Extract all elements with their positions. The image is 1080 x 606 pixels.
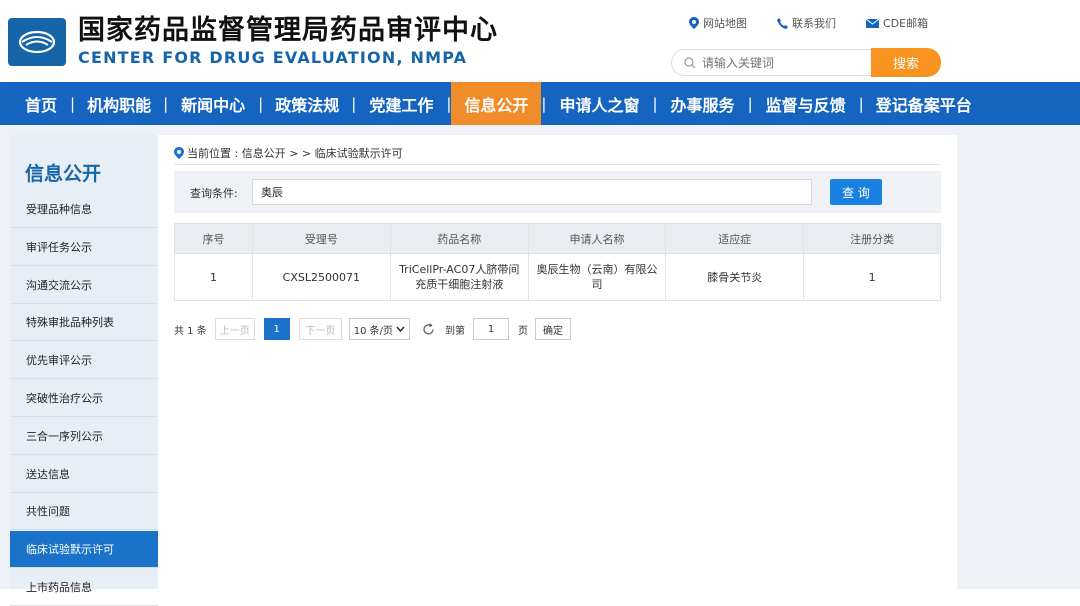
page-size-value: 10 条/页 xyxy=(353,325,394,337)
logo-emblem-icon xyxy=(18,30,56,54)
sitemap-link[interactable]: 网站地图 xyxy=(689,15,747,31)
query-input[interactable]: 奥辰 xyxy=(252,179,812,205)
site-header: 国家药品监督管理局药品审评中心 CENTER FOR DRUG EVALUATI… xyxy=(0,0,1080,82)
phone-icon xyxy=(777,17,788,29)
next-page-button[interactable]: 下一页 xyxy=(298,318,342,340)
nav-item-5[interactable]: 信息公开 xyxy=(451,82,542,125)
nav-item-4[interactable]: 党建工作 xyxy=(356,82,446,125)
nav-item-1[interactable]: 机构职能 xyxy=(75,82,163,125)
page-size-select[interactable]: 10 条/页 xyxy=(348,318,411,340)
table-cell: 奥辰生物（云南）有限公司 xyxy=(527,253,667,301)
page-unit-label: 页 xyxy=(518,325,529,337)
search-icon xyxy=(684,56,696,68)
sidebar-item-4[interactable]: 优先审评公示 xyxy=(10,342,158,380)
nav-item-9[interactable]: 登记备案平台 xyxy=(864,82,984,125)
location-pin-icon xyxy=(689,17,699,29)
sidebar-item-2[interactable]: 沟通交流公示 xyxy=(10,267,158,304)
table-cell: 1 xyxy=(803,253,941,301)
sitemap-link-label: 网站地图 xyxy=(703,17,747,30)
current-page-button[interactable]: 1 xyxy=(263,318,290,340)
table-header-cell: 适应症 xyxy=(665,223,805,254)
table-header-row: 序号 受理号 药品名称 申请人名称 适应症 注册分类 xyxy=(174,223,941,254)
sidebar: 信息公开 受理品种信息 审评任务公示 沟通交流公示 特殊审批品种列表 优先审评公示 突破性… xyxy=(10,135,158,606)
goto-page-input[interactable]: 1 xyxy=(473,318,510,340)
sidebar-item-10[interactable]: 上市药品信息 xyxy=(10,569,158,606)
goto-confirm-button[interactable]: 确定 xyxy=(535,318,572,340)
mail-icon xyxy=(866,18,879,28)
table-cell: 膝骨关节炎 xyxy=(665,253,805,301)
breadcrumb: 当前位置 : 信息公开 > > 临床试验默示许可 xyxy=(174,145,403,161)
site-search-box xyxy=(671,49,881,76)
table-header-cell: 受理号 xyxy=(251,223,391,254)
nav-item-2[interactable]: 新闻中心 xyxy=(168,82,258,125)
nav-item-7[interactable]: 办事服务 xyxy=(658,82,748,125)
goto-label: 到第 xyxy=(445,325,466,337)
nav-item-0[interactable]: 首页 xyxy=(0,82,70,125)
top-links: 网站地图 联系我们 CDE邮箱 xyxy=(689,15,958,31)
sidebar-title: 信息公开 xyxy=(25,163,102,185)
table-cell: TriCellPr-AC07人脐带间充质干细胞注射液 xyxy=(389,253,529,301)
table-header-cell: 药品名称 xyxy=(389,223,529,254)
sidebar-item-8[interactable]: 共性问题 xyxy=(10,493,158,531)
sidebar-item-7[interactable]: 送达信息 xyxy=(10,456,158,493)
nav-item-8[interactable]: 监督与反馈 xyxy=(753,82,859,125)
breadcrumb-text: 当前位置 : 信息公开 > > 临床试验默示许可 xyxy=(187,147,403,160)
cde-logo[interactable] xyxy=(8,18,66,66)
sidebar-item-0[interactable]: 受理品种信息 xyxy=(10,191,158,228)
location-pin-icon xyxy=(174,147,184,159)
content-area: 信息公开 受理品种信息 审评任务公示 沟通交流公示 特殊审批品种列表 优先审评公示 突破性… xyxy=(0,125,1080,606)
query-bar: 查询条件: 奥辰 查 询 xyxy=(174,171,941,213)
sidebar-item-5[interactable]: 突破性治疗公示 xyxy=(10,380,158,417)
main-panel: 当前位置 : 信息公开 > > 临床试验默示许可 查询条件: 奥辰 查 询 序号… xyxy=(158,135,957,589)
query-label: 查询条件: xyxy=(190,187,238,200)
table-cell: CXSL2500071 xyxy=(251,253,391,301)
cde-mail-link[interactable]: CDE邮箱 xyxy=(866,15,928,31)
breadcrumb-divider xyxy=(174,164,941,165)
table-header-cell: 序号 xyxy=(174,223,253,254)
site-title-cn: 国家药品监督管理局药品审评中心 xyxy=(78,15,498,46)
results-table: 序号 受理号 药品名称 申请人名称 适应症 注册分类 1 CXSL2500071 TriCel… xyxy=(174,223,941,301)
sidebar-item-3[interactable]: 特殊审批品种列表 xyxy=(10,304,158,342)
sidebar-item-9[interactable]: 临床试验默示许可 xyxy=(10,531,158,569)
table-row[interactable]: 1 CXSL2500071 TriCellPr-AC07人脐带间充质干细胞注射液 奥辰… xyxy=(174,253,941,301)
main-nav: 首页 | 机构职能 | 新闻中心 | 政策法规 | 党建工作 | 信息公开 | 申请人之窗 | 办事服务 | 监… xyxy=(0,82,1080,125)
table-cell: 1 xyxy=(174,253,253,301)
site-title-en: CENTER FOR DRUG EVALUATION, NMPA xyxy=(78,48,468,67)
query-button[interactable]: 查 询 xyxy=(830,179,882,205)
refresh-icon[interactable] xyxy=(422,322,435,336)
pager-total: 共 1 条 xyxy=(174,325,207,337)
contact-link[interactable]: 联系我们 xyxy=(777,15,836,31)
contact-link-label: 联系我们 xyxy=(792,17,836,30)
site-search-input[interactable] xyxy=(702,55,862,70)
nav-item-6[interactable]: 申请人之窗 xyxy=(546,82,652,125)
prev-page-button[interactable]: 上一页 xyxy=(214,318,255,340)
sidebar-item-1[interactable]: 审评任务公示 xyxy=(10,229,158,266)
nav-item-3[interactable]: 政策法规 xyxy=(263,82,351,125)
sidebar-item-6[interactable]: 三合一序列公示 xyxy=(10,418,158,455)
pagination: 共 1 条 上一页 1 下一页 10 条/页 到第 1 页 确定 xyxy=(174,318,572,340)
cde-mail-link-label: CDE邮箱 xyxy=(883,17,929,30)
table-header-cell: 申请人名称 xyxy=(527,223,667,254)
chevron-down-icon xyxy=(396,326,405,332)
table-header-cell: 注册分类 xyxy=(803,223,941,254)
site-search-button[interactable]: 搜索 xyxy=(871,48,941,77)
